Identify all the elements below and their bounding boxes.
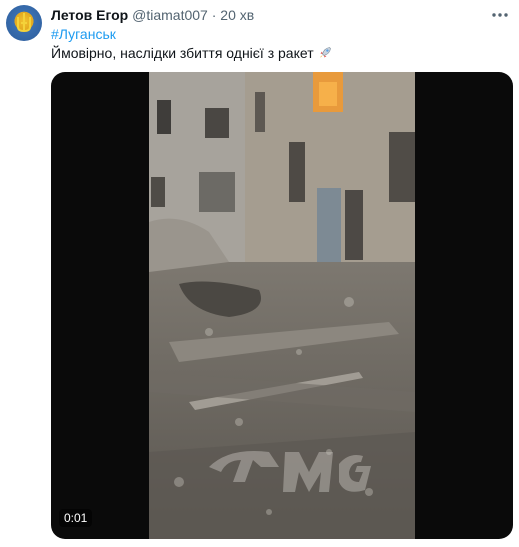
tweet-time[interactable]: 20 хв — [220, 7, 254, 23]
author-name[interactable]: Летов Егор — [51, 7, 128, 23]
video-timestamp: 0:01 — [59, 509, 93, 527]
avatar[interactable] — [6, 5, 42, 41]
video-player[interactable]: 0:01 — [51, 72, 513, 539]
author-handle[interactable]: @tiamat007 — [132, 7, 208, 23]
tweet-text: Ймовірно, наслідки збиття однієї з ракет — [51, 45, 314, 61]
separator-dot: · — [211, 7, 217, 23]
tweet-text-line: Ймовірно, наслідки збиття однієї з ракет — [51, 44, 333, 62]
tweet[interactable]: Летов Егор @tiamat007 · 20 хв #Луганськ … — [0, 0, 519, 547]
rocket-icon — [319, 47, 331, 58]
tweet-header: Летов Егор @tiamat007 · 20 хв — [51, 6, 254, 24]
video-frame[interactable] — [149, 72, 415, 539]
hashtag-link[interactable]: #Луганськ — [51, 25, 116, 43]
trident-icon — [17, 13, 31, 33]
more-icon[interactable] — [490, 8, 510, 22]
video-still — [149, 72, 415, 539]
